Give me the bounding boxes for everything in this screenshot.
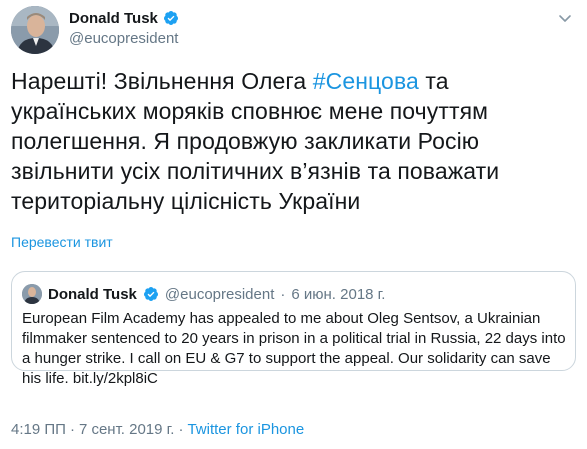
separator-dot: · bbox=[178, 421, 184, 438]
quoted-author-handle: @eucopresident bbox=[164, 285, 275, 303]
tweet-text-before: Нарешті! Звільнення Олега bbox=[11, 68, 313, 94]
quoted-avatar bbox=[22, 284, 42, 304]
chevron-down-icon[interactable] bbox=[557, 10, 573, 26]
tweet-time[interactable]: 4:19 ПП bbox=[11, 421, 66, 438]
author-handle[interactable]: @eucopresident bbox=[69, 30, 179, 47]
tweet-date[interactable]: 7 сент. 2019 г. bbox=[79, 421, 175, 438]
quoted-tweet-header: Donald Tusk @eucopresident · 6 июн. 2018… bbox=[22, 284, 385, 304]
tweet-source-link[interactable]: Twitter for iPhone bbox=[187, 421, 304, 438]
translate-link[interactable]: Перевести твит bbox=[11, 234, 113, 250]
quoted-author-name: Donald Tusk bbox=[48, 285, 137, 303]
avatar-photo-icon bbox=[11, 6, 59, 54]
separator-dot: · bbox=[280, 285, 286, 303]
verified-badge-icon bbox=[143, 286, 159, 302]
quoted-avatar-photo-icon bbox=[22, 284, 42, 304]
avatar[interactable] bbox=[11, 6, 59, 54]
separator-dot: · bbox=[69, 421, 75, 438]
quoted-date: 6 июн. 2018 г. bbox=[291, 285, 386, 303]
author-info: Donald Tusk @eucopresident bbox=[69, 8, 179, 48]
quoted-tweet[interactable]: Donald Tusk @eucopresident · 6 июн. 2018… bbox=[11, 271, 576, 387]
verified-badge-icon bbox=[163, 10, 179, 26]
author-name[interactable]: Donald Tusk bbox=[69, 10, 158, 27]
quoted-text: European Film Academy has appealed to me… bbox=[22, 310, 566, 387]
author-name-row: Donald Tusk bbox=[69, 8, 179, 28]
tweet: Donald Tusk @eucopresident Нарешті! Звіл… bbox=[0, 0, 587, 449]
hashtag-link[interactable]: #Сенцова bbox=[313, 68, 419, 94]
tweet-text: Нарешті! Звільнення Олега #Сенцова та ук… bbox=[11, 66, 571, 216]
tweet-meta: 4:19 ПП · 7 сент. 2019 г. · Twitter for … bbox=[11, 421, 304, 438]
